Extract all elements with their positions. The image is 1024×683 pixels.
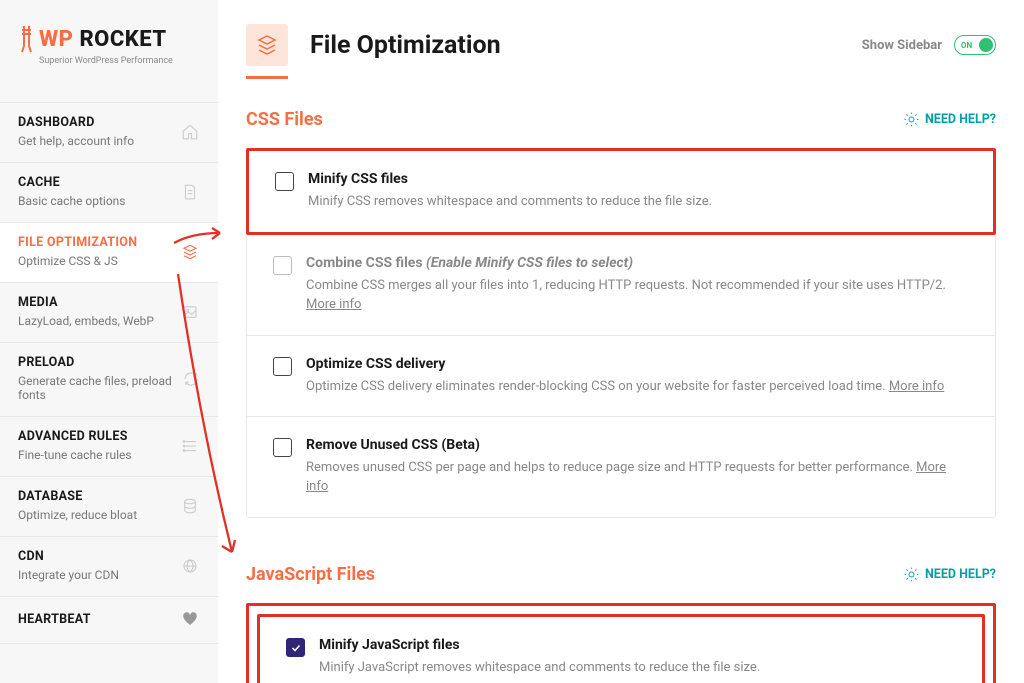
active-tab-indicator <box>246 76 288 79</box>
show-sidebar-toggle[interactable]: ON <box>954 35 996 55</box>
minify-js-checkbox[interactable] <box>286 638 305 657</box>
db-icon <box>180 496 200 516</box>
help-icon <box>904 112 919 127</box>
need-help-link[interactable]: NEED HELP? <box>904 112 996 127</box>
sidebar-item-dashboard[interactable]: DASHBOARDGet help, account info <box>0 102 218 163</box>
reload-icon <box>182 369 200 389</box>
sliders-icon <box>180 436 200 456</box>
option-desc: Combine CSS merges all your files into 1… <box>306 277 969 315</box>
more-info-link[interactable]: More info <box>306 297 361 312</box>
option-title: Minify CSS files <box>308 171 967 187</box>
page-title: File Optimization <box>310 31 501 60</box>
page-header: File Optimization Show Sidebar ON <box>246 24 996 66</box>
option-desc: Minify CSS removes whitespace and commen… <box>308 193 967 212</box>
minify-css-checkbox[interactable] <box>275 172 294 191</box>
toggle-handle <box>979 38 993 52</box>
sidebar-item-file-optimization[interactable]: FILE OPTIMIZATIONOptimize CSS & JS <box>0 223 218 283</box>
section-title: CSS Files <box>246 109 323 130</box>
opt-combine-css: Combine CSS files (Enable Minify CSS fil… <box>247 235 995 335</box>
sidebar-item-preload[interactable]: PRELOADGenerate cache files, preload fon… <box>0 343 218 417</box>
sidebar-item-media[interactable]: MEDIALazyLoad, embeds, WebP <box>0 283 218 343</box>
section-title: JavaScript Files <box>246 564 375 585</box>
logo-wp: WP <box>39 27 73 52</box>
rocket-icon <box>18 24 35 54</box>
option-title: Minify JavaScript files <box>319 637 956 653</box>
opt-minify-css: Minify CSS files Minify CSS removes whit… <box>249 151 993 232</box>
css-minify-panel: Minify CSS files Minify CSS removes whit… <box>246 148 996 235</box>
optimize-css-checkbox[interactable] <box>273 357 292 376</box>
main-content: File Optimization Show Sidebar ON CSS Fi… <box>218 0 1024 683</box>
combine-css-checkbox <box>273 256 292 275</box>
option-title: Combine CSS files (Enable Minify CSS fil… <box>306 255 969 271</box>
js-minify-panel: Minify JavaScript files Minify JavaScrip… <box>246 603 996 683</box>
layers-icon <box>246 24 288 66</box>
option-title: Optimize CSS delivery <box>306 356 969 372</box>
home-icon <box>180 122 200 142</box>
doc-icon <box>180 182 200 202</box>
need-help-link[interactable]: NEED HELP? <box>904 567 996 582</box>
sidebar-item-advanced-rules[interactable]: ADVANCED RULESFine-tune cache rules <box>0 417 218 477</box>
nav-list: DASHBOARDGet help, account info CACHEBas… <box>0 102 218 644</box>
sidebar-item-database[interactable]: DATABASEOptimize, reduce bloat <box>0 477 218 537</box>
logo-text: ROCKET <box>79 27 166 52</box>
logo-tagline: Superior WordPress Performance <box>39 56 200 66</box>
heart-icon <box>180 609 200 629</box>
help-icon <box>904 567 919 582</box>
unused-css-checkbox[interactable] <box>273 438 292 457</box>
opt-unused-css: Remove Unused CSS (Beta) Removes unused … <box>247 416 995 517</box>
option-desc: Removes unused CSS per page and helps to… <box>306 459 969 497</box>
globe-icon <box>180 556 200 576</box>
css-options-panel: Combine CSS files (Enable Minify CSS fil… <box>246 235 996 518</box>
opt-optimize-css: Optimize CSS delivery Optimize CSS deliv… <box>247 335 995 417</box>
layers-icon <box>180 242 200 262</box>
sidebar-item-heartbeat[interactable]: HEARTBEAT <box>0 597 218 644</box>
sidebar-item-cdn[interactable]: CDNIntegrate your CDN <box>0 537 218 597</box>
js-section-header: JavaScript Files NEED HELP? <box>246 564 996 585</box>
opt-minify-js: Minify JavaScript files Minify JavaScrip… <box>260 617 982 683</box>
show-sidebar-label: Show Sidebar <box>862 38 942 53</box>
option-desc: Optimize CSS delivery eliminates render-… <box>306 378 969 397</box>
sidebar-item-cache[interactable]: CACHEBasic cache options <box>0 163 218 223</box>
image-icon <box>180 302 200 322</box>
logo: WP ROCKET Superior WordPress Performance <box>0 0 218 72</box>
option-title: Remove Unused CSS (Beta) <box>306 437 969 453</box>
more-info-link[interactable]: More info <box>889 379 944 394</box>
option-desc: Minify JavaScript removes whitespace and… <box>319 659 956 678</box>
css-section-header: CSS Files NEED HELP? <box>246 109 996 130</box>
sidebar: WP ROCKET Superior WordPress Performance… <box>0 0 218 683</box>
